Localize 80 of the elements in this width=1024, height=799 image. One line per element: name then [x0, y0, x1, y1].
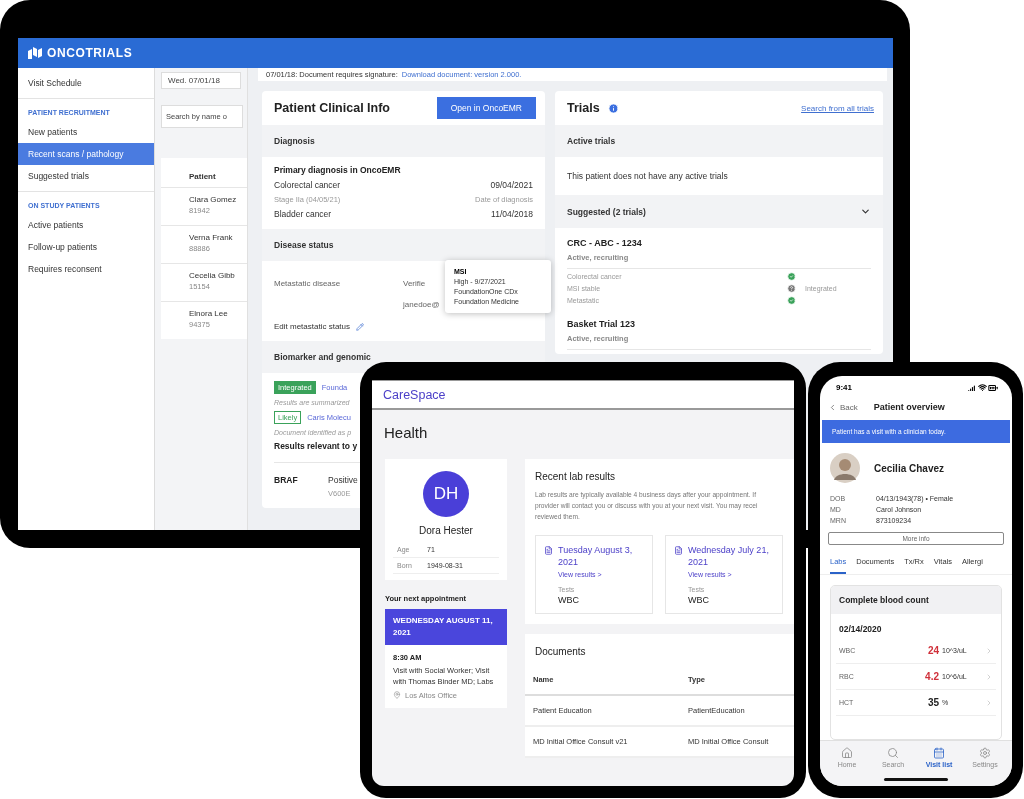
- pencil-icon[interactable]: [356, 322, 365, 331]
- lab-value: 35: [927, 697, 939, 708]
- document-icon: [544, 545, 553, 555]
- sidebar-item[interactable]: Active patients: [18, 214, 154, 236]
- sidebar-item[interactable]: New patients: [18, 121, 154, 143]
- diagnosis-name: Colorectal cancer: [274, 180, 341, 190]
- trial-name: CRC - ABC - 1234: [567, 238, 643, 248]
- check-icon: [787, 296, 796, 305]
- card-title: Recent lab results: [535, 471, 617, 482]
- sidebar-item[interactable]: Recent scans / pathology: [18, 143, 154, 165]
- status-value: Verifie: [403, 279, 427, 288]
- result-date: 02/14/2020: [838, 623, 883, 636]
- back-button[interactable]: Back: [828, 402, 858, 412]
- patient-name: Elnora Lee: [189, 309, 229, 318]
- diagnosis-date: 09/04/2021: [490, 180, 533, 190]
- logo: ONCOTRIALS: [47, 46, 133, 60]
- result-date: Tuesday August 3, 2021: [558, 543, 634, 569]
- subsection-title: Results relevant to y: [274, 441, 358, 451]
- patient-name: Clara Gomez: [189, 195, 238, 204]
- search-trials-link[interactable]: Search from all trials: [801, 103, 874, 113]
- search-icon[interactable]: [887, 747, 899, 759]
- empty-message: This patient does not have any active trials: [567, 171, 728, 181]
- verifier-email: janedoe@: [403, 300, 441, 309]
- sidebar-item[interactable]: Suggested trials: [18, 165, 154, 187]
- diagnosis-name: Bladder cancer: [274, 209, 332, 219]
- battery-icon: [988, 382, 998, 393]
- card-title: Trials: [567, 101, 600, 115]
- lab-value: 24: [927, 645, 939, 656]
- sidebar-item[interactable]: Follow-up patients: [18, 236, 154, 258]
- lab-value: 4.2: [925, 671, 939, 682]
- chevron-down-icon[interactable]: [860, 206, 871, 217]
- test-name: WBC: [558, 594, 580, 605]
- info-icon[interactable]: [607, 102, 619, 114]
- wifi-icon: [978, 382, 987, 392]
- patient-name: Dora Hester: [419, 525, 473, 536]
- page-title: Health: [383, 423, 429, 443]
- chevron-right-icon: [985, 672, 993, 681]
- open-button[interactable]: Open in OncoEMR: [436, 97, 536, 119]
- screen-title: Patient overview: [873, 402, 945, 412]
- chevron-right-icon: [985, 698, 993, 707]
- test-name: WBC: [688, 594, 710, 605]
- pin-icon: [393, 691, 401, 699]
- card-title: Complete blood count: [831, 586, 1001, 614]
- status-time: 9:41: [836, 383, 852, 392]
- calendar-icon[interactable]: [933, 747, 945, 759]
- settings-icon[interactable]: [979, 747, 991, 759]
- question-icon: [787, 284, 796, 293]
- column-header: Patient: [188, 171, 217, 183]
- diagnosis-date: 11/04/2018: [491, 209, 533, 219]
- date-field[interactable]: Wed. 07/01/18: [161, 72, 241, 89]
- subsection-title: Primary diagnosis in OncoEMR: [274, 165, 401, 175]
- brand-name: CareSpace: [383, 387, 446, 402]
- sidebar-item[interactable]: Requires reconsent: [18, 258, 154, 280]
- appointment-date: WEDNESDAY AUGUST 11, 2021: [385, 609, 507, 645]
- avatar: DH: [423, 471, 469, 517]
- patient-name: Verna Frank: [189, 233, 234, 242]
- gene-name: BRAF: [274, 475, 299, 487]
- section-title: Suggested (2 trials): [567, 206, 646, 217]
- chevron-right-icon: [985, 646, 993, 655]
- house-icon[interactable]: [841, 747, 853, 759]
- section-header: Active trials: [555, 125, 883, 157]
- home-indicator: [884, 777, 948, 781]
- card-title: Patient Clinical Info: [274, 101, 390, 115]
- section-header: Disease status: [262, 229, 545, 261]
- signal-icon: [968, 382, 977, 392]
- card-title: Documents: [535, 645, 587, 657]
- document-icon: [674, 545, 683, 555]
- avatar: [830, 453, 860, 483]
- sidebar-item[interactable]: Visit Schedule: [18, 72, 154, 94]
- chevron-left-icon: [828, 402, 837, 412]
- gene-result: Positive: [328, 475, 358, 485]
- edit-link[interactable]: Edit metastatic status: [274, 322, 351, 331]
- section-header: Diagnosis: [262, 125, 545, 157]
- result-date: Wednesday July 21, 2021: [688, 543, 770, 569]
- check-icon: [787, 272, 796, 281]
- trial-name: Basket Trial 123: [567, 319, 637, 329]
- logo-icon: [28, 47, 42, 59]
- patient-name: Cecelia Gibb: [189, 271, 236, 280]
- status-label: Metastatic disease: [274, 279, 342, 288]
- patient-name: Cecilia Chavez: [874, 462, 945, 474]
